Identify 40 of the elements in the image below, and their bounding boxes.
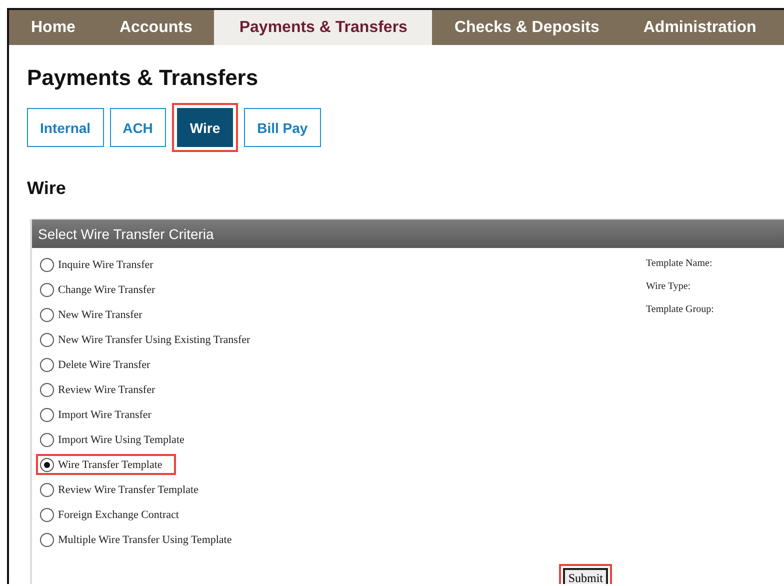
radio-button[interactable] [40,532,54,546]
radio-button[interactable] [40,332,54,346]
nav-tab[interactable]: Checks & Deposits [432,10,622,45]
radio-button[interactable] [40,508,54,522]
option-label: Delete Wire Transfer [58,358,150,370]
option-label: Inquire Wire Transfer [58,258,154,270]
option-label: Multiple Wire Transfer Using Template [58,534,232,546]
option-label: Import Wire Transfer [58,408,152,420]
radio-button[interactable] [40,308,54,322]
nav-tab[interactable]: Administration [621,10,778,45]
panel-header: Select Wire Transfer Criteria [32,219,784,248]
page-title: Payments & Transfers [27,65,260,91]
sub-tab[interactable]: Internal [27,108,104,147]
radio-button[interactable] [40,408,54,422]
field-label: Template Name: [646,258,714,269]
option-label: Foreign Exchange Contract [58,508,179,520]
option-label: Import Wire Using Template [58,434,184,446]
radio-button[interactable] [40,432,54,446]
submit-button[interactable]: Submit [563,568,608,584]
option-label: New Wire Transfer [58,308,142,320]
radio-button[interactable] [40,258,54,272]
field-label: Template Group: [646,304,714,315]
radio-button[interactable] [40,458,54,472]
field-label: Wire Type: [646,281,692,292]
option-label: New Wire Transfer Using Existing Transfer [58,334,250,346]
section-title: Wire [27,178,67,199]
option-label: Wire Transfer Template [58,458,162,470]
radio-button[interactable] [40,382,54,396]
radio-button[interactable] [40,282,54,296]
nav-tab[interactable]: Payments & Transfers [214,10,432,45]
nav-tab[interactable]: Accounts [97,10,214,45]
nav-tab[interactable]: Home [9,10,98,45]
option-label: Review Wire Transfer Template [58,484,198,496]
sub-tab[interactable]: Wire [176,108,234,147]
radio-button[interactable] [40,482,54,496]
sub-tab[interactable]: Bill Pay [244,108,321,147]
option-label: Review Wire Transfer [58,384,156,396]
sub-tab[interactable]: ACH [110,108,166,147]
option-label: Change Wire Transfer [58,284,156,296]
radio-button[interactable] [40,358,54,372]
